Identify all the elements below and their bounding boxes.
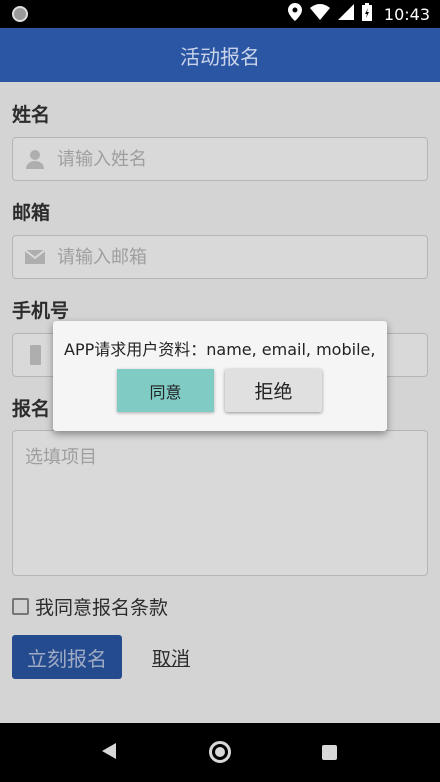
dialog-message: APP请求用户资料：name, email, mobile, bbox=[64, 340, 376, 359]
status-bar: 10:43 bbox=[0, 0, 440, 28]
notification-icon bbox=[12, 6, 28, 22]
page-title: 活动报名 bbox=[180, 44, 260, 69]
reject-button[interactable]: 拒绝 bbox=[225, 369, 322, 412]
status-icons: 10:43 bbox=[287, 3, 430, 25]
location-icon bbox=[287, 3, 302, 25]
nav-bar bbox=[0, 723, 440, 782]
signal-icon bbox=[337, 4, 354, 24]
agree-button[interactable]: 同意 bbox=[117, 369, 214, 412]
wifi-icon bbox=[309, 4, 330, 24]
permission-dialog: APP请求用户资料：name, email, mobile, 同意 拒绝 bbox=[53, 321, 387, 431]
recent-apps-icon[interactable] bbox=[322, 745, 337, 760]
battery-charging-icon bbox=[361, 3, 372, 25]
status-time: 10:43 bbox=[383, 4, 430, 24]
home-icon[interactable] bbox=[209, 741, 231, 763]
back-icon[interactable] bbox=[102, 743, 116, 759]
app-bar: 活动报名 bbox=[0, 28, 440, 82]
